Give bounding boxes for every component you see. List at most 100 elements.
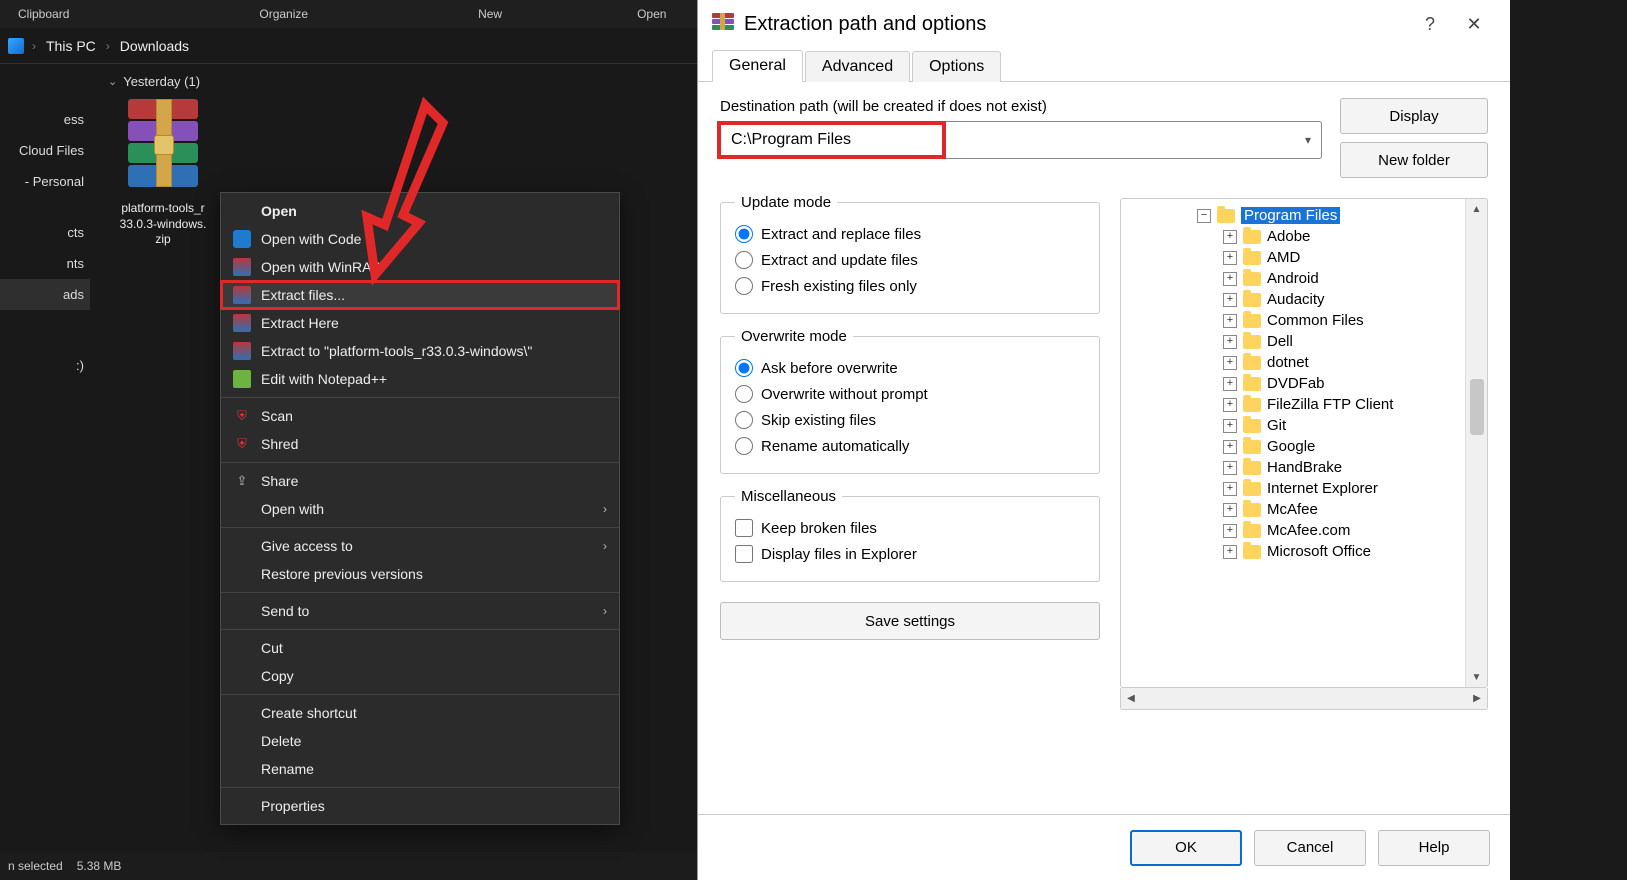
scroll-up-icon[interactable]: ▲ xyxy=(1466,199,1487,219)
expand-icon[interactable]: + xyxy=(1223,251,1237,265)
close-button[interactable]: ✕ xyxy=(1452,8,1496,40)
expand-icon[interactable]: + xyxy=(1223,482,1237,496)
nav-item[interactable]: cts xyxy=(0,217,90,248)
scrollbar-thumb[interactable] xyxy=(1470,379,1484,435)
dialog-title: Extraction path and options xyxy=(744,13,986,36)
expand-icon[interactable]: + xyxy=(1223,314,1237,328)
tree-node[interactable]: +Common Files xyxy=(1127,310,1459,331)
tree-node[interactable]: +DVDFab xyxy=(1127,373,1459,394)
help-button[interactable]: Help xyxy=(1378,830,1490,866)
check-display-explorer[interactable]: Display files in Explorer xyxy=(735,541,1085,567)
menu-item-cut[interactable]: Cut xyxy=(221,634,619,662)
radio-extract-update[interactable]: Extract and update files xyxy=(735,247,1085,273)
scroll-down-icon[interactable]: ▼ xyxy=(1466,667,1487,687)
dialog-titlebar[interactable]: Extraction path and options ? ✕ xyxy=(698,0,1510,48)
help-button[interactable]: ? xyxy=(1408,8,1452,40)
ok-button[interactable]: OK xyxy=(1130,830,1242,866)
horizontal-scrollbar[interactable]: ◀ ▶ xyxy=(1120,688,1488,710)
nav-item[interactable]: - Personal xyxy=(0,166,90,197)
destination-path-input[interactable] xyxy=(727,125,942,155)
tab-advanced[interactable]: Advanced xyxy=(805,51,910,82)
folder-tree[interactable]: −Program Files+Adobe+AMD+Android+Audacit… xyxy=(1120,198,1488,688)
tab-options[interactable]: Options xyxy=(912,51,1001,82)
expand-icon[interactable]: + xyxy=(1223,545,1237,559)
scroll-right-icon[interactable]: ▶ xyxy=(1467,693,1487,704)
group-header-yesterday[interactable]: Yesterday (1) xyxy=(108,74,679,89)
collapse-icon[interactable]: − xyxy=(1197,209,1211,223)
expand-icon[interactable]: + xyxy=(1223,272,1237,286)
tree-node[interactable]: +AMD xyxy=(1127,247,1459,268)
tree-node[interactable]: +Dell xyxy=(1127,331,1459,352)
tree-node[interactable]: +McAfee.com xyxy=(1127,520,1459,541)
expand-icon[interactable]: + xyxy=(1223,230,1237,244)
menu-item-properties[interactable]: Properties xyxy=(221,792,619,820)
radio-rename-auto[interactable]: Rename automatically xyxy=(735,433,1085,459)
expand-icon[interactable]: + xyxy=(1223,293,1237,307)
display-button[interactable]: Display xyxy=(1340,98,1488,134)
menu-item-give-access[interactable]: Give access to› xyxy=(221,532,619,560)
chevron-down-icon[interactable]: ▾ xyxy=(1295,133,1321,147)
breadcrumb-this-pc[interactable]: This PC xyxy=(36,38,106,54)
menu-item-extract-files[interactable]: Extract files... xyxy=(221,281,619,309)
menu-item-open[interactable]: Open xyxy=(221,197,619,225)
radio-overwrite-without-prompt[interactable]: Overwrite without prompt xyxy=(735,381,1085,407)
tree-node[interactable]: +Audacity xyxy=(1127,289,1459,310)
expand-icon[interactable]: + xyxy=(1223,335,1237,349)
menu-item-delete[interactable]: Delete xyxy=(221,727,619,755)
tree-node[interactable]: +FileZilla FTP Client xyxy=(1127,394,1459,415)
menu-item-share[interactable]: ⇪Share xyxy=(221,467,619,495)
menu-item-rename[interactable]: Rename xyxy=(221,755,619,783)
radio-fresh-existing[interactable]: Fresh existing files only xyxy=(735,273,1085,299)
menu-item-open-with[interactable]: Open with› xyxy=(221,495,619,523)
nav-item[interactable]: ess xyxy=(0,104,90,135)
menu-item-create-shortcut[interactable]: Create shortcut xyxy=(221,699,619,727)
tree-node[interactable]: +HandBrake xyxy=(1127,457,1459,478)
nav-item-downloads[interactable]: ads xyxy=(0,279,90,310)
tree-node[interactable]: +Android xyxy=(1127,268,1459,289)
expand-icon[interactable]: + xyxy=(1223,419,1237,433)
nav-item[interactable]: Cloud Files xyxy=(0,135,90,166)
destination-path-combobox[interactable]: ▾ xyxy=(720,121,1322,159)
vertical-scrollbar[interactable]: ▲ ▼ xyxy=(1465,199,1487,687)
menu-item-extract-here[interactable]: Extract Here xyxy=(221,309,619,337)
cancel-button[interactable]: Cancel xyxy=(1254,830,1366,866)
tree-node[interactable]: +Google xyxy=(1127,436,1459,457)
save-settings-button[interactable]: Save settings xyxy=(720,602,1100,640)
check-keep-broken[interactable]: Keep broken files xyxy=(735,515,1085,541)
radio-ask-overwrite[interactable]: Ask before overwrite xyxy=(735,355,1085,381)
address-bar[interactable]: › This PC › Downloads xyxy=(0,28,697,64)
menu-item-edit-notepad[interactable]: Edit with Notepad++ xyxy=(221,365,619,393)
expand-icon[interactable]: + xyxy=(1223,524,1237,538)
new-folder-button[interactable]: New folder xyxy=(1340,142,1488,178)
tree-node[interactable]: +Adobe xyxy=(1127,226,1459,247)
menu-item-open-winrar[interactable]: Open with WinRAR xyxy=(221,253,619,281)
menu-item-open-code[interactable]: Open with Code xyxy=(221,225,619,253)
menu-item-shred[interactable]: ⛨Shred xyxy=(221,430,619,458)
menu-item-send-to[interactable]: Send to› xyxy=(221,597,619,625)
expand-icon[interactable]: + xyxy=(1223,356,1237,370)
radio-extract-replace[interactable]: Extract and replace files xyxy=(735,221,1085,247)
expand-icon[interactable]: + xyxy=(1223,377,1237,391)
navigation-pane[interactable]: ess Cloud Files - Personal cts nts ads :… xyxy=(0,64,90,852)
menu-item-extract-to[interactable]: Extract to "platform-tools_r33.0.3-windo… xyxy=(221,337,619,365)
expand-icon[interactable]: + xyxy=(1223,398,1237,412)
tree-node-program-files[interactable]: −Program Files xyxy=(1127,205,1459,226)
scroll-left-icon[interactable]: ◀ xyxy=(1121,693,1141,704)
tree-node[interactable]: +Git xyxy=(1127,415,1459,436)
expand-icon[interactable]: + xyxy=(1223,461,1237,475)
tree-node[interactable]: +Microsoft Office xyxy=(1127,541,1459,562)
tab-general[interactable]: General xyxy=(712,50,803,82)
nav-item[interactable]: nts xyxy=(0,248,90,279)
menu-item-copy[interactable]: Copy xyxy=(221,662,619,690)
radio-skip-existing[interactable]: Skip existing files xyxy=(735,407,1085,433)
tree-node[interactable]: +McAfee xyxy=(1127,499,1459,520)
breadcrumb-downloads[interactable]: Downloads xyxy=(110,38,199,54)
menu-item-restore[interactable]: Restore previous versions xyxy=(221,560,619,588)
nav-item[interactable]: :) xyxy=(0,350,90,381)
expand-icon[interactable]: + xyxy=(1223,440,1237,454)
expand-icon[interactable]: + xyxy=(1223,503,1237,517)
menu-item-scan[interactable]: ⛨Scan xyxy=(221,402,619,430)
file-item-zip[interactable]: platform-tools_r 33.0.3-windows. zip xyxy=(108,99,218,248)
tree-node[interactable]: +dotnet xyxy=(1127,352,1459,373)
tree-node[interactable]: +Internet Explorer xyxy=(1127,478,1459,499)
